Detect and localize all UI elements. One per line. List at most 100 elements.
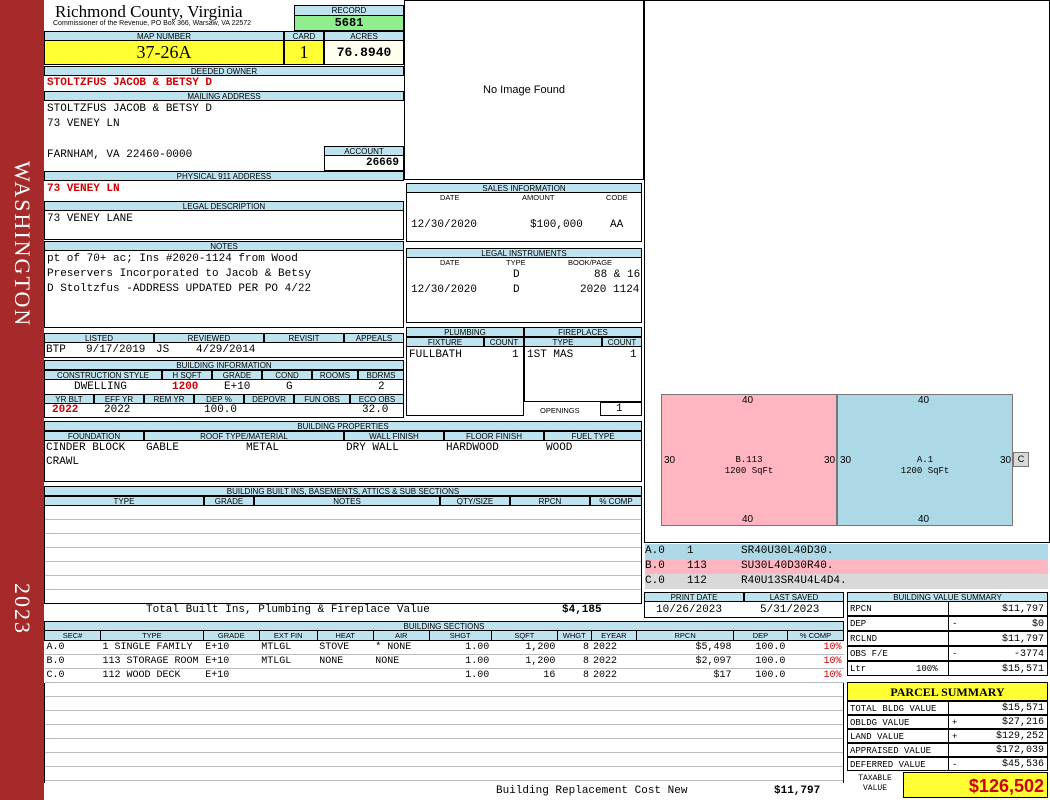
deeded-owner-header: DEEDED OWNER	[44, 66, 404, 76]
summary-divider	[948, 702, 949, 714]
table-cell: B.0	[44, 654, 101, 669]
taxable-value: $126,502	[903, 772, 1048, 798]
commissioner-address: Commissioner of the Revenue, PO Box 366,…	[53, 20, 252, 27]
table-cell: 100.0	[733, 668, 788, 683]
summary-value: $45,536	[1001, 759, 1044, 770]
table-cell: 2022	[591, 640, 637, 655]
table-cell: * NONE	[373, 640, 430, 655]
builtins-header: BUILDING BUILT INS, BASEMENTS, ATTICS & …	[44, 486, 642, 496]
summary-row: TOTAL BLDG VALUE $15,571	[847, 701, 1048, 715]
legend-desc: SU30L40D30R40.	[741, 560, 834, 572]
listing-box	[44, 342, 404, 358]
builtins-total-value: $4,185	[562, 604, 602, 616]
summary-row: Ltr 100% $15,571	[847, 661, 1048, 676]
mailing-address-header: MAILING ADDRESS	[44, 91, 404, 101]
table-cell: 1,200	[491, 640, 558, 655]
table-cell: 10%	[787, 640, 844, 655]
sections-col-header: EXT FIN	[258, 630, 318, 641]
sketch-b-dim-left: 30	[664, 455, 676, 466]
table-cell: C.0	[44, 668, 101, 683]
table-cell: $2,097	[636, 654, 734, 669]
summary-value: $129,252	[995, 731, 1044, 742]
summary-sign: +	[952, 732, 958, 742]
summary-sign: -	[952, 649, 958, 659]
sketch-a-dim-bottom: 40	[918, 514, 930, 525]
table-cell: MTLGL	[259, 640, 318, 655]
sketch-a-label: A.1	[916, 455, 934, 465]
table-cell: 8	[557, 640, 591, 655]
card-number: 1	[284, 40, 324, 65]
table-cell: 112 WOOD DECK	[100, 668, 204, 683]
summary-divider	[948, 617, 949, 630]
account-number: 26669	[324, 155, 404, 171]
dates-box	[644, 601, 844, 618]
legend-code: 113	[687, 560, 707, 572]
sections-col-header: RPCN	[636, 630, 734, 641]
notes-box	[44, 250, 404, 328]
summary-value: $0	[1031, 619, 1044, 630]
summary-row: OBLDG VALUE + $27,216	[847, 715, 1048, 729]
summary-value: -3774	[1013, 649, 1044, 660]
table-cell: 8	[557, 654, 591, 669]
sections-col-header: HEAT	[316, 630, 374, 641]
table-cell: 16	[491, 668, 558, 683]
sections-col-header: SHGT	[428, 630, 492, 641]
legend-code: 112	[687, 575, 707, 587]
record-number: 5681	[294, 15, 404, 31]
summary-label: LAND VALUE	[850, 732, 905, 742]
sections-col-header: SQFT	[490, 630, 558, 641]
summary-row: APPRAISED VALUE $172,039	[847, 743, 1048, 757]
summary-label: DEP	[850, 619, 867, 629]
sketch-b-dim-top: 40	[742, 395, 754, 406]
legend-desc: SR40U30L40D30.	[741, 545, 834, 557]
sections-col-header: DEP	[732, 630, 788, 641]
legend-code: 1	[687, 545, 694, 557]
table-row: A.0 1 SINGLE FAMILY E+10 MTLGL STOVE * NONE 1.…	[44, 640, 844, 655]
legend-sec: B.0	[645, 560, 665, 572]
physical-address-header: PHYSICAL 911 ADDRESS	[44, 171, 404, 181]
county-side-label: WASHINGTON	[10, 161, 35, 328]
summary-sign: -	[952, 619, 958, 629]
table-cell	[259, 668, 318, 683]
sketch-a-dim-right: 30	[1000, 455, 1012, 466]
table-row: B.0 113 STORAGE ROOM E+10 MTLGL NONE NONE 1.00…	[44, 654, 844, 669]
table-cell: E+10	[203, 640, 260, 655]
table-cell: 10%	[787, 668, 844, 683]
map-number: 37-26A	[44, 40, 284, 65]
legal-instruments-box	[406, 257, 642, 323]
table-cell: 1.00	[429, 654, 492, 669]
summary-label: RCLND	[850, 634, 878, 644]
legend-sec: A.0	[645, 545, 665, 557]
sections-col-header: TYPE	[99, 630, 204, 641]
no-image-text: No Image Found	[483, 84, 565, 96]
table-cell: A.0	[44, 640, 101, 655]
sections-col-header: AIR	[372, 630, 430, 641]
mailing-line-4: FARNHAM, VA 22460-0000	[47, 149, 193, 161]
table-cell	[317, 668, 374, 683]
sketch-a-area: 1200 SqFt	[900, 466, 950, 476]
sketch-a-dim-top: 40	[918, 395, 930, 406]
sketch-b-area: 1200 SqFt	[724, 466, 774, 476]
summary-divider	[948, 602, 949, 615]
sketch-b-dim-bottom: 40	[742, 514, 754, 525]
table-cell	[373, 668, 430, 683]
openings-box	[600, 402, 642, 416]
table-row: C.0 112 WOOD DECK E+10 1.00 16 8 2022 $17 100.0 1…	[44, 668, 844, 683]
sketch-b-dim-right: 30	[824, 455, 836, 466]
table-cell: $5,498	[636, 640, 734, 655]
sections-col-header: % COMP	[786, 630, 845, 641]
summary-value: $15,571	[1001, 703, 1044, 714]
building-info-box	[44, 369, 404, 418]
year-side-label: 2023	[10, 583, 35, 635]
sketch-legend-row: C.0 112 R40U13SR4U4L4D4.	[645, 574, 1048, 589]
table-cell: 1.00	[429, 668, 492, 683]
summary-label: OBLDG VALUE	[850, 718, 910, 728]
county-title: Richmond County, Virginia	[55, 2, 243, 21]
summary-label: APPRAISED VALUE	[850, 746, 932, 756]
sections-col-header: GRADE	[202, 630, 260, 641]
sketch-legend-row: B.0 113 SU30L40D30R40.	[645, 559, 1048, 574]
summary-divider	[948, 758, 949, 770]
replacement-cost-value: $11,797	[774, 785, 821, 797]
sketch-a-dim-left: 30	[840, 455, 852, 466]
sections-lines	[44, 683, 844, 783]
